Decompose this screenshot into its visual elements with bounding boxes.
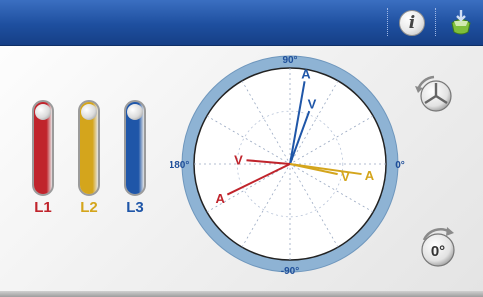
phase-l1-level-bar [32, 100, 54, 196]
phase-meter-app-icon[interactable] [446, 8, 476, 38]
bottom-edge [0, 291, 483, 297]
vector-label-l1-a: A [215, 191, 225, 206]
phase-l2-knob [81, 104, 97, 120]
header-divider [435, 8, 436, 36]
vector-label-l1-v: V [234, 152, 243, 167]
label-0: 0° [395, 160, 405, 171]
phase-l3-label: L3 [126, 199, 144, 216]
phase-rotation-button[interactable] [412, 72, 456, 116]
label-minus-90: -90° [281, 266, 299, 277]
phase-l3-level-bar [124, 100, 146, 196]
info-icon: i [408, 13, 416, 33]
vector-label-l3-a: A [301, 66, 311, 81]
vector-label-l3-v: V [308, 97, 317, 112]
phase-l1-knob [35, 104, 51, 120]
label-180: 180° [170, 160, 189, 171]
phase-l2-level-bar [78, 100, 100, 196]
label-90: 90° [282, 55, 297, 66]
zero-reference-button[interactable]: 0° [414, 222, 464, 272]
phase-l3-knob [127, 104, 143, 120]
phase-l2-label: L2 [80, 199, 98, 216]
phase-l1-label: L1 [34, 199, 52, 216]
vector-label-l2-a: A [365, 168, 375, 183]
phase-meter-screen: i L1 L2 L3 AVAVAV 90° 0° -90° 180° 0° [0, 0, 483, 297]
info-button[interactable]: i [399, 10, 425, 36]
vector-label-l2-v: V [341, 169, 350, 184]
top-bar: i [0, 0, 483, 46]
phasor-dial: AVAVAV 90° 0° -90° 180° [170, 55, 405, 277]
header-divider [387, 8, 388, 36]
zero-label: 0° [431, 243, 445, 260]
